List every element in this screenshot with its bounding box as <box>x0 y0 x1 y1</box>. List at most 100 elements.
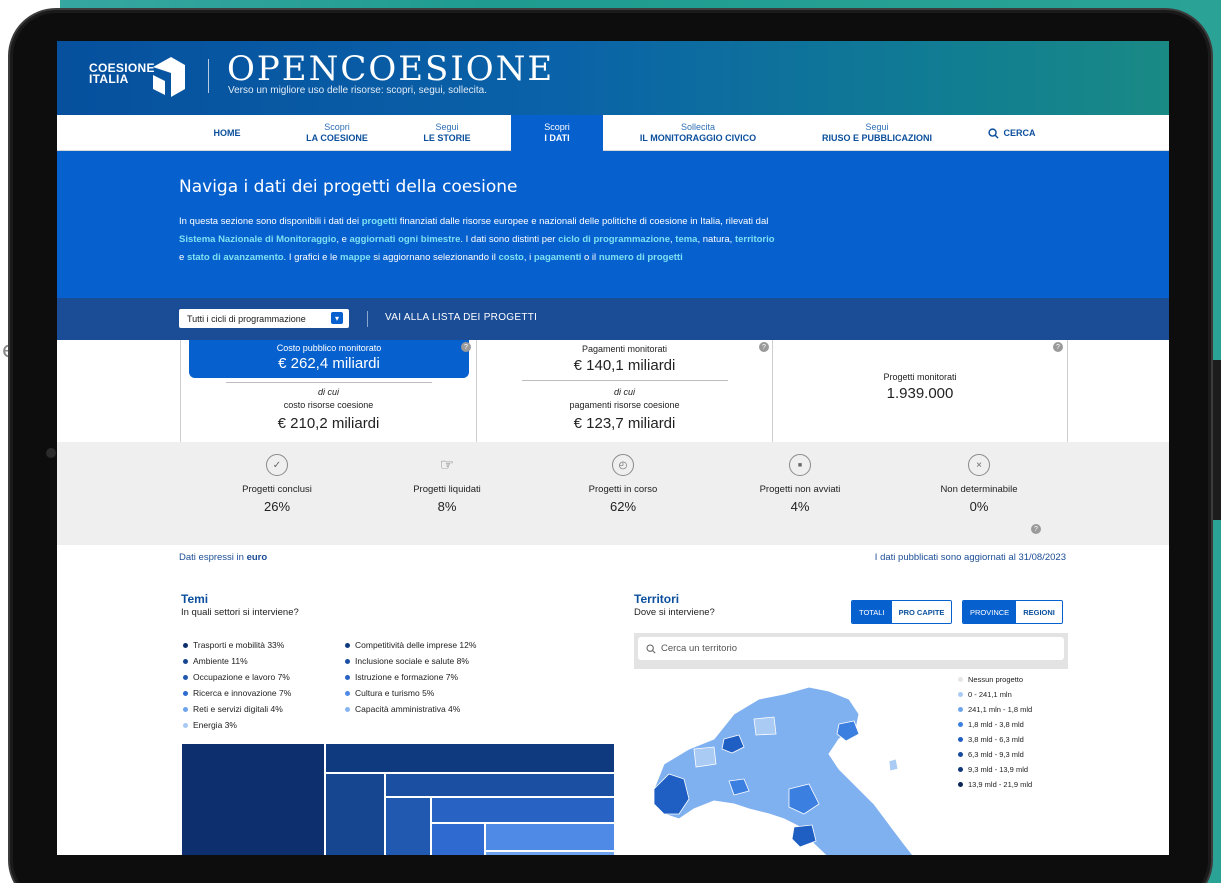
toggle-pro-capite[interactable]: PRO CAPITE <box>891 601 952 623</box>
toggle-regioni[interactable]: REGIONI <box>1016 601 1062 623</box>
screen: COESIONE ITALIA OPENCOESIONE Verso un mi… <box>57 41 1169 855</box>
info-row: Dati espressi in euro I dati pubblicati … <box>57 545 1169 575</box>
treemap-cell-ricerca[interactable] <box>431 823 485 855</box>
legend-item[interactable]: Ricerca e innovazione 7% <box>183 688 291 698</box>
legend-item[interactable]: Capacità amministrativa 4% <box>345 704 460 714</box>
legend-item[interactable]: Competitività delle imprese 12% <box>345 640 476 650</box>
nav-search[interactable]: CERCA <box>982 115 1042 151</box>
legend-item[interactable]: Inclusione sociale e salute 8% <box>345 656 469 666</box>
territorio-search-input[interactable]: Cerca un territorio <box>638 637 1064 660</box>
search-placeholder: Cerca un territorio <box>661 643 738 654</box>
nav-monitoraggio-civico[interactable]: Sollecita IL MONITORAGGIO CIVICO <box>623 115 773 151</box>
filter-bar: Tutti i cicli di programmazione ▾ VAI AL… <box>57 298 1169 340</box>
costo-sub-label: costo risorse coesione <box>283 400 374 410</box>
link-pagamenti[interactable]: pagamenti <box>534 252 582 263</box>
site-title[interactable]: OPENCOESIONE <box>227 49 554 89</box>
temi-subtitle: In quali settori si interviene? <box>181 607 299 618</box>
legend-dot <box>183 674 188 680</box>
legend-dot <box>958 767 963 772</box>
legend-item[interactable]: Reti e servizi digitali 4% <box>183 704 283 714</box>
link-ciclo[interactable]: ciclo di programmazione <box>558 234 670 245</box>
toggle-totali[interactable]: TOTALI <box>852 601 892 623</box>
treemap-cell-occupazione[interactable] <box>385 797 431 855</box>
treemap-cell-trasporti[interactable] <box>181 743 325 855</box>
map-legend-item: 9,3 mld - 13,9 mld <box>958 765 1028 774</box>
status-liquidati[interactable]: ☞ Progetti liquidati 8% <box>367 454 527 514</box>
legend-item[interactable]: Istruzione e formazione 7% <box>345 672 458 682</box>
toggle-province[interactable]: PROVINCE <box>963 601 1017 623</box>
map-legend-item: 6,3 mld - 9,3 mld <box>958 750 1024 759</box>
territori-map-panel: Cerca un territorio Nessun progetto 0 - … <box>634 633 1068 855</box>
nav-home[interactable]: HOME <box>197 115 257 151</box>
costo-metric-button[interactable]: Costo pubblico monitorato € 262,4 miliar… <box>189 340 469 378</box>
status-pct: 0% <box>969 499 989 514</box>
link-mappe[interactable]: mappe <box>340 252 371 263</box>
coesione-italia-logo[interactable]: COESIONE ITALIA <box>89 62 155 86</box>
help-icon[interactable]: ? <box>1031 524 1041 534</box>
help-icon[interactable]: ? <box>1053 342 1063 352</box>
progetti-label: Progetti monitorati <box>883 372 957 382</box>
toggle-totali-procapite: TOTALI PRO CAPITE <box>851 600 953 624</box>
link-sistema-monitoraggio[interactable]: Sistema Nazionale di Monitoraggio <box>179 234 336 245</box>
legend-dot <box>345 642 350 648</box>
map-legend-item: Nessun progetto <box>958 675 1023 684</box>
link-numero-progetti[interactable]: numero di progetti <box>599 252 683 263</box>
temi-title: Temi <box>181 592 209 606</box>
status-non-determinabile[interactable]: × Non determinabile 0% <box>899 454 1059 514</box>
link-stato[interactable]: stato di avanzamento <box>187 252 284 263</box>
stat-pagamenti[interactable]: ? Pagamenti monitorati € 140,1 miliardi … <box>476 340 772 442</box>
costo-value: € 262,4 miliardi <box>278 355 380 372</box>
nav-scopri-coesione[interactable]: Scopri LA COESIONE <box>297 115 377 151</box>
status-row: ✓ Progetti conclusi 26% ☞ Progetti liqui… <box>57 442 1169 545</box>
legend-dot <box>345 658 350 664</box>
status-non-avviati[interactable]: ■ Progetti non avviati 4% <box>720 454 880 514</box>
treemap-cell-istruzione[interactable] <box>431 797 615 823</box>
unit-note: Dati espressi in euro <box>179 552 268 563</box>
italy-map-shape <box>653 686 914 855</box>
pagamenti-label: Pagamenti monitorati <box>581 344 668 354</box>
legend-item[interactable]: Ambiente 11% <box>183 656 248 666</box>
treemap-cell-reti[interactable] <box>485 851 615 855</box>
legend-item[interactable]: Cultura e turismo 5% <box>345 688 434 698</box>
link-progetti[interactable]: progetti <box>362 216 397 227</box>
legend-item[interactable]: Trasporti e mobilità 33% <box>183 640 284 650</box>
treemap-cell-inclusione[interactable] <box>385 773 615 797</box>
costo-label: Costo pubblico monitorato <box>276 343 382 353</box>
status-in-corso[interactable]: ◴ Progetti in corso 62% <box>543 454 703 514</box>
nav-riuso-pubblicazioni[interactable]: Segui RIUSO E PUBBLICAZIONI <box>807 115 947 151</box>
territori-subtitle: Dove si interviene? <box>634 607 715 618</box>
nav-scopri-dati[interactable]: Scopri I DATI <box>511 115 603 151</box>
stat-progetti[interactable]: ? Progetti monitorati 1.939.000 <box>772 340 1068 442</box>
nav-item-main: LA COESIONE <box>306 133 368 143</box>
treemap-cell-cultura[interactable] <box>485 823 615 851</box>
nav-item-main: I DATI <box>544 133 570 143</box>
status-pct: 26% <box>263 499 291 514</box>
legend-dot <box>958 737 963 742</box>
status-conclusi[interactable]: ✓ Progetti conclusi 26% <box>197 454 357 514</box>
legend-item[interactable]: Energia 3% <box>183 720 237 730</box>
legend-dot <box>958 677 963 682</box>
link-aggiornati[interactable]: aggiornati ogni bimestre <box>350 234 461 245</box>
legend-dot <box>958 782 963 787</box>
lista-progetti-link[interactable]: VAI ALLA LISTA DEI PROGETTI <box>385 312 537 323</box>
ciclo-select[interactable]: Tutti i cicli di programmazione ▾ <box>179 309 349 328</box>
legend-item[interactable]: Occupazione e lavoro 7% <box>183 672 290 682</box>
legend-dot <box>345 690 350 696</box>
map-legend-item: 3,8 mld - 6,3 mld <box>958 735 1024 744</box>
tablet-camera <box>46 448 56 458</box>
costo-sub-value: € 210,2 miliardi <box>277 415 380 432</box>
help-icon[interactable]: ? <box>461 342 471 352</box>
treemap-cell-competitivita[interactable] <box>325 743 615 773</box>
nav-segui-storie[interactable]: Segui LE STORIE <box>412 115 482 151</box>
link-territorio[interactable]: territorio <box>735 234 775 245</box>
check-circle-icon: ✓ <box>266 454 288 476</box>
treemap-cell-ambiente[interactable] <box>325 773 385 855</box>
link-tema[interactable]: tema <box>675 234 697 245</box>
map-legend-item: 1,8 mld - 3,8 mld <box>958 720 1024 729</box>
nav-item-top: Segui <box>435 122 459 132</box>
italy-map[interactable]: Nessun progetto 0 - 241,1 mln 241,1 mln … <box>634 669 1068 855</box>
link-costo[interactable]: costo <box>498 252 523 263</box>
logo-line-2: ITALIA <box>89 72 129 86</box>
costo-dicui: di cui <box>317 387 339 397</box>
chevron-down-icon: ▾ <box>331 312 343 324</box>
